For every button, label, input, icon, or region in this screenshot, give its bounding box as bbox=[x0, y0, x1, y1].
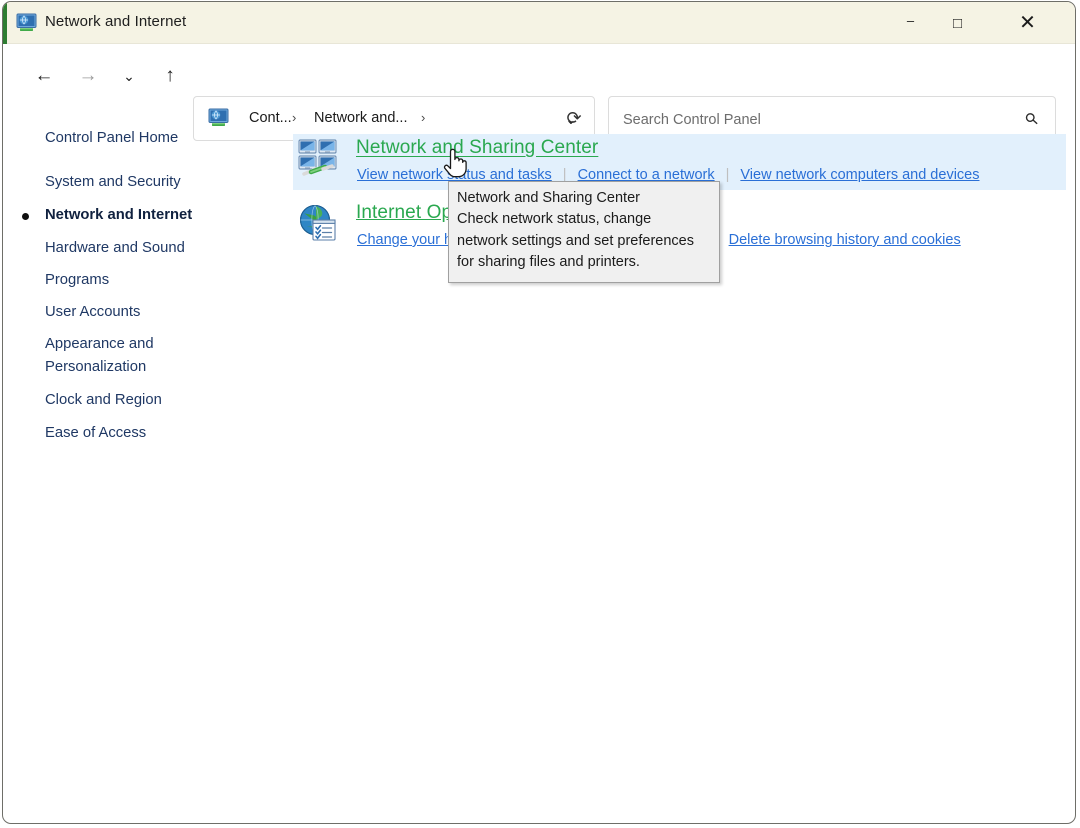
sidebar-item-appearance-and[interactable]: Appearance and bbox=[45, 335, 154, 355]
title-accent-stripe bbox=[3, 2, 7, 44]
arrow-up-icon: ↑ bbox=[165, 65, 175, 87]
category-sublink[interactable]: View network computers and devices bbox=[740, 167, 979, 183]
sidebar-item-hardware-and-sound[interactable]: Hardware and Sound bbox=[45, 239, 185, 259]
chevron-down-icon: ⌄ bbox=[123, 68, 135, 85]
arrow-right-icon: → bbox=[79, 65, 98, 87]
selected-bullet-icon bbox=[22, 213, 29, 220]
control-panel-window: Network and Internet – □ ✕ ← → ⌄ ↑ bbox=[2, 1, 1076, 824]
maximize-button[interactable]: □ bbox=[934, 2, 981, 44]
forward-button[interactable]: → bbox=[69, 57, 107, 95]
close-icon: ✕ bbox=[1019, 13, 1036, 33]
sidebar-item-label: Personalization bbox=[45, 359, 146, 375]
sidebar-item-label: Ease of Access bbox=[45, 425, 146, 441]
minimize-icon: – bbox=[907, 14, 914, 27]
back-button[interactable]: ← bbox=[25, 57, 63, 95]
sidebar-item-label: Hardware and Sound bbox=[45, 240, 185, 256]
arrow-left-icon: ← bbox=[35, 65, 54, 87]
minimize-button[interactable]: – bbox=[887, 2, 934, 44]
sidebar-item-programs[interactable]: Programs bbox=[45, 271, 109, 291]
tooltip-line: network settings and set preferences bbox=[457, 231, 709, 252]
window-title: Network and Internet bbox=[45, 13, 186, 30]
sidebar-item-system-and-security[interactable]: System and Security bbox=[45, 173, 181, 193]
tooltip-line: for sharing files and printers. bbox=[457, 252, 709, 273]
sidebar-item-network-and-internet[interactable]: Network and Internet bbox=[45, 206, 192, 226]
sidebar-item-clock-and-region[interactable]: Clock and Region bbox=[45, 391, 162, 411]
sidebar-item-personalization[interactable]: Personalization bbox=[45, 358, 146, 378]
tooltip: Network and Sharing CenterCheck network … bbox=[448, 181, 720, 283]
sidebar-item-label: Programs bbox=[45, 272, 109, 288]
close-button[interactable]: ✕ bbox=[1004, 2, 1051, 44]
recent-locations-button[interactable]: ⌄ bbox=[110, 57, 148, 95]
sidebar-item-label: Network and Internet bbox=[45, 207, 192, 223]
sidebar-item-user-accounts[interactable]: User Accounts bbox=[45, 303, 140, 323]
sidebar: Control Panel Home System and Security Net… bbox=[3, 114, 291, 814]
category-title-link[interactable]: Network and Sharing Center bbox=[356, 137, 598, 159]
sidebar-item-label: Clock and Region bbox=[45, 392, 162, 408]
maximize-icon: □ bbox=[953, 16, 962, 31]
title-bar: Network and Internet – □ ✕ bbox=[3, 2, 1075, 44]
network-monitor-icon bbox=[16, 13, 37, 32]
tooltip-line: Network and Sharing Center bbox=[457, 188, 709, 209]
sidebar-item-label: Appearance and bbox=[45, 336, 154, 352]
category-sublink[interactable]: Delete browsing history and cookies bbox=[729, 232, 961, 248]
internet-options-icon[interactable] bbox=[298, 203, 338, 243]
network-sharing-center-icon[interactable] bbox=[298, 138, 338, 178]
sidebar-item-label: Control Panel Home bbox=[45, 130, 178, 146]
navigation-toolbar: ← → ⌄ ↑ Cont... › Network and... › ⌄ bbox=[3, 44, 1075, 110]
up-one-level-button[interactable]: ↑ bbox=[151, 57, 189, 95]
sidebar-item-label: System and Security bbox=[45, 174, 181, 190]
tooltip-line: Check network status, change bbox=[457, 209, 709, 230]
sidebar-item-control-panel-home[interactable]: Control Panel Home bbox=[45, 129, 178, 149]
sidebar-item-label: User Accounts bbox=[45, 304, 140, 320]
sidebar-item-ease-of-access[interactable]: Ease of Access bbox=[45, 424, 146, 444]
